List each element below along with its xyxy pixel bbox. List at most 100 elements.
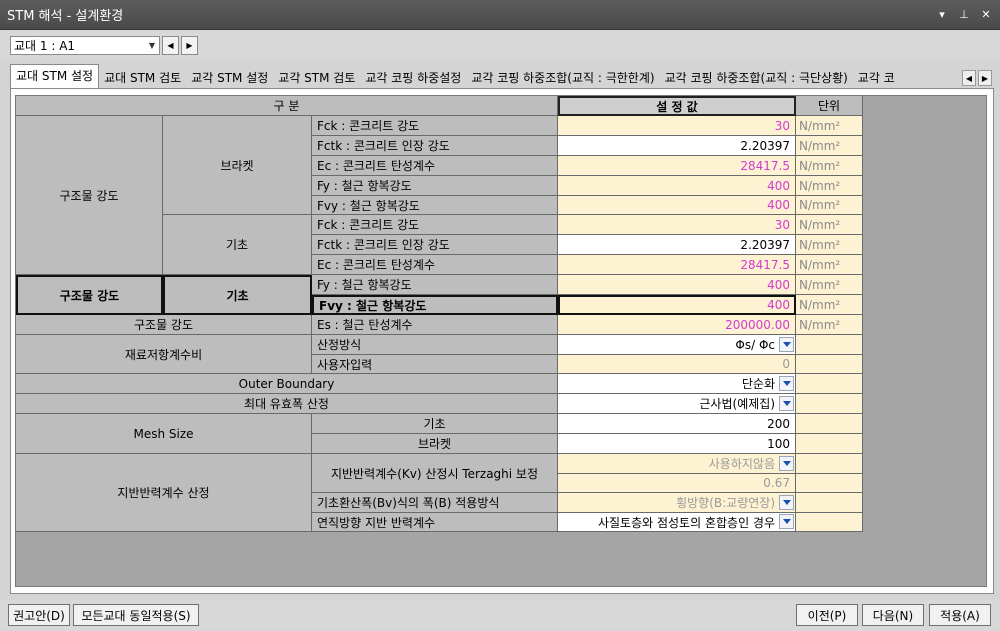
unit-label: N/mm² [796, 196, 863, 215]
bracket-fy-value[interactable]: 400 [558, 176, 796, 196]
chevron-down-icon[interactable] [779, 514, 794, 529]
next-item-button[interactable]: ▶ [181, 35, 198, 55]
kv-terzaghi-value: 사용하지않음 [708, 457, 775, 471]
row-label: Fy : 철근 항복강도 [312, 176, 558, 196]
bv-method-dropdown[interactable]: 횡방향(B:교량연장) [558, 493, 796, 513]
row-label: Fck : 콘크리트 강도 [312, 116, 558, 136]
arrow-left-icon: ◀ [167, 40, 174, 50]
bracket-fck-value[interactable]: 30 [558, 116, 796, 136]
bracket-fctk-value[interactable]: 2.20397 [558, 136, 796, 156]
group-structural-strength: 구조물 강도 [16, 116, 163, 275]
group-material-factor: 재료저항계수비 [16, 335, 312, 374]
bracket-ec-value[interactable]: 28417.5 [558, 156, 796, 176]
tab-pier-stm-settings[interactable]: 교각 STM 설정 [186, 68, 273, 88]
unit-label: N/mm² [796, 295, 863, 315]
tab-bar: 교대 STM 설정 교대 STM 검토 교각 STM 설정 교각 STM 검토 … [10, 64, 994, 88]
foundation-ec-value[interactable]: 28417.5 [558, 255, 796, 275]
apply-all-abutments-button[interactable]: 모든교대 동일적용(S) [73, 604, 199, 626]
tab-pier-coping-more[interactable]: 교각 코 [853, 68, 900, 88]
foundation-fvy-value[interactable]: 400 [558, 295, 796, 315]
kv-coefficient-value[interactable]: 0.67 [558, 474, 796, 493]
mesh-foundation-value[interactable]: 200 [558, 414, 796, 434]
row-label: 브라켓 [312, 434, 558, 454]
outer-boundary-dropdown[interactable]: 단순화 [558, 374, 796, 394]
pin-icon[interactable]: ⊥ [958, 8, 970, 21]
tab-pier-coping-load[interactable]: 교각 코핑 하중설정 [360, 68, 466, 88]
row-label: 산정방식 [312, 335, 558, 355]
chevron-down-icon[interactable] [779, 396, 794, 411]
calc-method-value: Φs/ Φc [735, 337, 775, 352]
vertical-reaction-dropdown[interactable]: 사질토층와 점성토의 혼합층인 경우 [558, 513, 796, 532]
unit-blank [796, 355, 863, 374]
group-mesh-size: Mesh Size [16, 414, 312, 454]
prev-button[interactable]: 이전(P) [796, 604, 858, 626]
selected-subgroup-foundation: 기초 [163, 275, 312, 315]
foundation-fck-value[interactable]: 30 [558, 215, 796, 235]
row-label: 사용자입력 [312, 355, 558, 374]
settings-panel: 구 분 설 정 값 단위 구조물 강도 브라켓 기초 Fck : 콘크리트 강도… [10, 88, 994, 594]
max-effective-width-label: 최대 유효폭 산정 [16, 394, 558, 414]
abutment-selector-value: 교대 1 : A1 [14, 38, 76, 53]
calc-method-dropdown[interactable]: Φs/ Φc [558, 335, 796, 355]
unit-label: N/mm² [796, 235, 863, 255]
group-subgrade: 지반반력계수 산정 [16, 454, 312, 532]
bracket-fvy-value[interactable]: 400 [558, 196, 796, 215]
unit-blank [796, 513, 863, 532]
row-label: Fctk : 콘크리트 인장 강도 [312, 136, 558, 156]
tab-pier-coping-combo-extreme[interactable]: 교각 코핑 하중조합(교직 : 극단상황) [660, 68, 853, 88]
foundation-fy-value[interactable]: 400 [558, 275, 796, 295]
kv-terzaghi-dropdown[interactable]: 사용하지않음 [558, 454, 796, 474]
row-label: 기초환산폭(Bv)식의 폭(B) 적용방식 [312, 493, 558, 513]
prev-item-button[interactable]: ◀ [162, 35, 179, 55]
row-label: Es : 철근 탄성계수 [312, 315, 558, 335]
tab-pier-stm-review[interactable]: 교각 STM 검토 [273, 68, 360, 88]
row-label: 지반반력계수(Kv) 산정시 Terzaghi 보정 [312, 454, 558, 493]
header-value: 설 정 값 [558, 96, 796, 116]
tab-pier-coping-combo-ultimate[interactable]: 교각 코핑 하중조합(교직 : 극한한계) [466, 68, 659, 88]
tab-abutment-stm-settings[interactable]: 교대 STM 설정 [10, 64, 100, 88]
unit-label: N/mm² [796, 315, 863, 335]
chevron-down-icon[interactable] [779, 456, 794, 471]
row-label: Fvy : 철근 항복강도 [312, 196, 558, 215]
es-value[interactable]: 200000.00 [558, 315, 796, 335]
row-label: Fy : 철근 항복강도 [312, 275, 558, 295]
mesh-bracket-value[interactable]: 100 [558, 434, 796, 454]
tab-scroll-right-icon[interactable]: ▶ [978, 70, 992, 86]
unit-label: N/mm² [796, 136, 863, 156]
unit-blank [796, 474, 863, 493]
unit-label: N/mm² [796, 156, 863, 176]
header-unit: 단위 [796, 96, 863, 116]
outer-boundary-label: Outer Boundary [16, 374, 558, 394]
chevron-down-icon[interactable] [779, 376, 794, 391]
title-bar: STM 해석 - 설계환경 ▾ ⊥ ✕ [0, 0, 1000, 30]
subgroup-foundation: 기초 [163, 215, 312, 275]
max-effective-width-dropdown[interactable]: 근사법(예제집) [558, 394, 796, 414]
unit-blank [796, 414, 863, 434]
toolbar: 교대 1 : A1 ▼ ◀ ▶ [0, 30, 1000, 60]
tab-scroll-left-icon[interactable]: ◀ [962, 70, 976, 86]
row-label: 연직방향 지반 반력계수 [312, 513, 558, 532]
next-button[interactable]: 다음(N) [862, 604, 924, 626]
header-category: 구 분 [16, 96, 558, 116]
dropdown-icon[interactable]: ▾ [936, 8, 948, 21]
settings-grid: 구 분 설 정 값 단위 구조물 강도 브라켓 기초 Fck : 콘크리트 강도… [15, 95, 987, 587]
bottom-button-bar: 권고안(D) 모든교대 동일적용(S) 이전(P) 다음(N) 적용(A) [0, 600, 1000, 631]
row-label: Ec : 콘크리트 탄성계수 [312, 156, 558, 176]
chevron-down-icon[interactable]: ▼ [145, 41, 159, 50]
close-icon[interactable]: ✕ [980, 8, 992, 21]
user-input-value[interactable]: 0 [558, 355, 796, 374]
foundation-fctk-value[interactable]: 2.20397 [558, 235, 796, 255]
chevron-down-icon[interactable] [779, 337, 794, 352]
row-label: Fck : 콘크리트 강도 [312, 215, 558, 235]
unit-label: N/mm² [796, 255, 863, 275]
group-structural-strength-es: 구조물 강도 [16, 315, 312, 335]
apply-button[interactable]: 적용(A) [929, 604, 991, 626]
selected-row-label: Fvy : 철근 항복강도 [312, 295, 558, 315]
unit-blank [796, 434, 863, 454]
unit-blank [796, 493, 863, 513]
tab-abutment-stm-review[interactable]: 교대 STM 검토 [99, 68, 186, 88]
max-effective-width-value: 근사법(예제집) [699, 397, 775, 411]
recommend-button[interactable]: 권고안(D) [8, 604, 70, 626]
chevron-down-icon[interactable] [779, 495, 794, 510]
abutment-selector[interactable]: 교대 1 : A1 ▼ [10, 35, 160, 55]
